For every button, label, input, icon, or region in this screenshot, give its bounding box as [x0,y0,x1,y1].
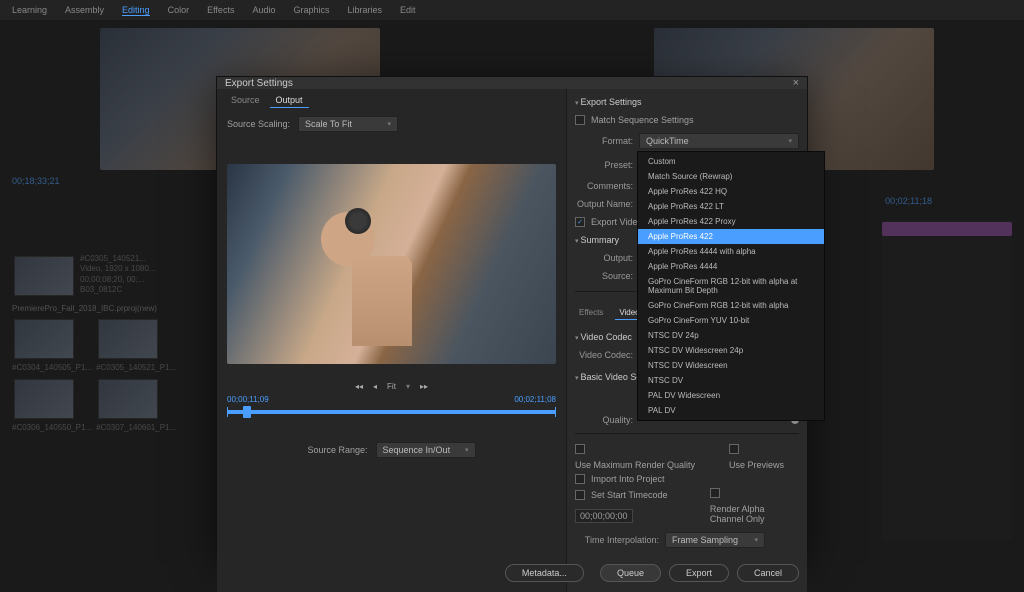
preset-option[interactable]: Apple ProRes 422 [638,229,824,244]
preset-label: Preset: [575,160,633,170]
metadata-button[interactable]: Metadata... [505,564,584,582]
output-name-label: Output Name: [575,199,633,209]
bg-program-timecode: 00;02;11;18 [885,196,932,206]
go-to-in-icon[interactable]: ◂◂ [355,382,363,391]
preset-option[interactable]: NTSC DV 24p [638,328,824,343]
export-video-checkbox[interactable]: ✓ [575,217,585,227]
quality-label: Quality: [575,415,633,425]
use-previews-checkbox[interactable] [729,444,739,454]
settings-panel: Export Settings Match Sequence Settings … [567,89,807,592]
preset-option[interactable]: NTSC DV Widescreen 24p [638,343,824,358]
preset-option[interactable]: Custom [638,154,824,169]
time-interp-dropdown[interactable]: Frame Sampling [665,532,765,548]
close-icon[interactable]: × [793,77,799,89]
dialog-titlebar: Export Settings × [217,77,807,89]
set-start-tc-label: Set Start Timecode [591,490,668,500]
preset-option[interactable]: GoPro CineForm YUV 10-bit [638,313,824,328]
media-label: #C0304_140505_P1... [12,363,92,373]
use-max-render-label: Use Maximum Render Quality [575,460,695,470]
bg-source-timecode: 00;18;33;21 [12,176,60,186]
import-project-label: Import Into Project [591,474,665,484]
format-dropdown[interactable]: QuickTime [639,133,799,149]
queue-button[interactable]: Queue [600,564,661,582]
preset-option[interactable]: Apple ProRes 422 HQ [638,184,824,199]
render-alpha-checkbox[interactable] [710,488,720,498]
media-label: #C0307_140601_P1... [96,423,176,433]
match-sequence-label: Match Sequence Settings [591,115,694,125]
use-max-render-checkbox[interactable] [575,444,585,454]
export-settings-dialog: Export Settings × Source Output Source S… [216,76,808,556]
time-interp-label: Time Interpolation: [575,535,659,545]
video-codec-label: Video Codec: [575,350,633,360]
preset-option[interactable]: Match Source (Rewrap) [638,169,824,184]
preview-panel: Source Output Source Scaling: Scale To F… [217,89,567,592]
preview-video [227,164,556,364]
transport-controls[interactable]: ◂◂ ◂ Fit ▾ ▸▸ [227,382,556,391]
preset-popup[interactable]: CustomMatch Source (Rewrap)Apple ProRes … [637,151,825,421]
preset-option[interactable]: PAL DV [638,403,824,418]
clip-metadata: #C0305_140521... Video, 1920 x 1080... 0… [80,254,155,296]
preset-option[interactable]: Apple ProRes 4444 [638,259,824,274]
media-thumbnail[interactable] [98,379,158,419]
match-sequence-checkbox[interactable] [575,115,585,125]
step-forward-icon[interactable]: ▸▸ [420,382,428,391]
out-timecode[interactable]: 00;02;11;08 [514,395,556,404]
preset-option[interactable]: NTSC DV Widescreen [638,358,824,373]
preset-option[interactable]: GoPro CineForm RGB 12-bit with alpha [638,298,824,313]
output-summary-label: Output: [575,253,633,263]
media-thumbnail[interactable] [14,379,74,419]
render-alpha-label: Render Alpha Channel Only [710,504,799,524]
scrub-track[interactable] [227,410,556,414]
scaling-dropdown[interactable]: Scale To Fit [298,116,398,132]
play-icon[interactable]: Fit [387,382,396,391]
tab-output[interactable]: Output [270,93,309,108]
export-settings-header[interactable]: Export Settings [575,95,799,109]
timeline-panel[interactable] [882,220,1012,540]
media-label: #C0306_140550_P1... [12,423,92,433]
project-file-label: PremierePro_Fall_2018_IBC.prproj(new) [12,304,222,313]
step-back-icon[interactable]: ◂ [373,382,377,391]
preset-option[interactable]: Apple ProRes 422 Proxy [638,214,824,229]
format-label: Format: [575,136,633,146]
cancel-button[interactable]: Cancel [737,564,799,582]
clip-thumbnail[interactable] [14,256,74,296]
preset-option[interactable]: GoPro CineForm RGB 12-bit with alpha at … [638,274,824,298]
media-label: #C0305_140521_P1... [96,363,176,373]
preset-option[interactable]: PAL DV Widescreen [638,388,824,403]
start-tc-value[interactable]: 00;00;00;00 [575,509,633,523]
media-thumbnail[interactable] [98,319,158,359]
tab-source[interactable]: Source [225,93,266,108]
comments-label: Comments: [575,181,633,191]
dialog-title: Export Settings [225,78,293,89]
source-range-dropdown[interactable]: Sequence In/Out [376,442,476,458]
preset-option[interactable]: NTSC DV [638,373,824,388]
scaling-label: Source Scaling: [227,119,290,129]
source-summary-label: Source: [575,271,633,281]
scrubber: ◂◂ ◂ Fit ▾ ▸▸ 00;00;11;09 00;02;11;08 [227,382,556,420]
use-previews-label: Use Previews [729,460,784,470]
export-button[interactable]: Export [669,564,729,582]
set-start-tc-checkbox[interactable] [575,490,585,500]
source-range-label: Source Range: [307,445,367,455]
in-timecode[interactable]: 00;00;11;09 [227,395,269,404]
preset-option[interactable]: Apple ProRes 4444 with alpha [638,244,824,259]
media-thumbnail[interactable] [14,319,74,359]
import-project-checkbox[interactable] [575,474,585,484]
preset-option[interactable]: Apple ProRes 422 LT [638,199,824,214]
dialog-footer: Metadata... Queue Export Cancel [567,560,799,586]
export-video-label: Export Video [591,217,642,227]
settings-tab-effects[interactable]: Effects [575,306,607,320]
project-panel: #C0305_140521... Video, 1920 x 1080... 0… [12,250,222,550]
